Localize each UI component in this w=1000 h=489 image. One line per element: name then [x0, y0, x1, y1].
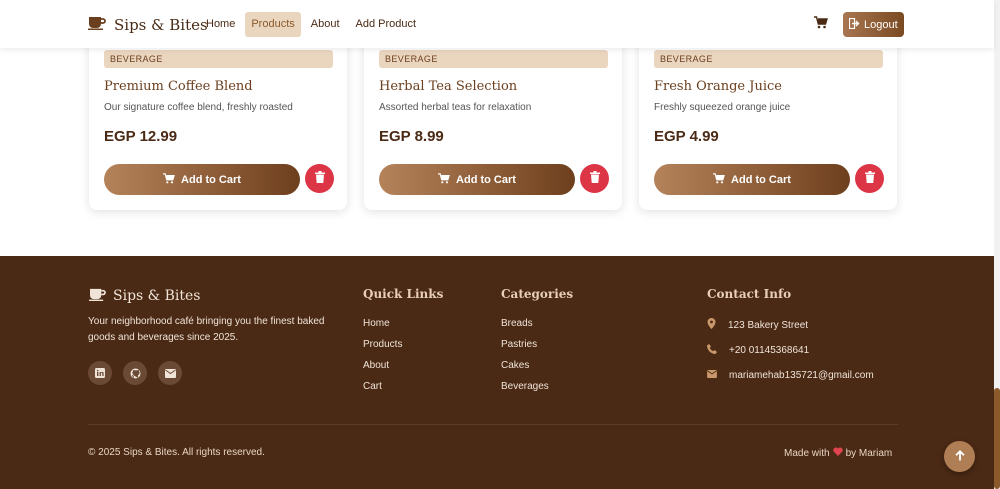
scrollbar-thumb[interactable] — [994, 388, 1000, 489]
github-icon[interactable] — [123, 361, 147, 385]
navbar: Sips & Bites Home Products About Add Pro… — [0, 0, 994, 48]
brand-logo[interactable]: Sips & Bites — [88, 14, 208, 35]
envelope-icon[interactable] — [158, 361, 182, 385]
product-description: Assorted herbal teas for relaxation — [379, 102, 532, 113]
category-badge: BEVERAGE — [654, 50, 883, 68]
product-price: EGP 8.99 — [379, 128, 444, 145]
product-name: Fresh Orange Juice — [654, 79, 782, 94]
add-to-cart-button[interactable]: Add to Cart — [654, 164, 850, 195]
coffee-cup-icon — [88, 14, 106, 35]
product-price: EGP 12.99 — [104, 128, 178, 145]
trash-icon — [589, 170, 600, 188]
sign-out-icon — [848, 17, 860, 32]
product-card: BEVERAGE Herbal Tea Selection Assorted h… — [364, 30, 622, 210]
trash-icon — [864, 170, 875, 188]
product-card: BEVERAGE Fresh Orange Juice Freshly sque… — [639, 30, 897, 210]
delete-button[interactable] — [305, 164, 334, 193]
footer-link-home[interactable]: Home — [363, 318, 402, 339]
made-with-prefix: Made with — [784, 447, 830, 459]
arrow-up-icon — [954, 448, 965, 466]
social-links — [88, 361, 182, 385]
made-with-suffix: by Mariam — [845, 447, 893, 459]
cart-icon — [438, 172, 450, 187]
product-card: BEVERAGE Premium Coffee Blend Our signat… — [89, 30, 347, 210]
footer-category-beverages[interactable]: Beverages — [501, 381, 549, 402]
logout-button[interactable]: Logout — [843, 12, 904, 37]
footer-tagline: Your neighborhood café bringing you the … — [88, 316, 325, 343]
product-description: Freshly squeezed orange juice — [654, 102, 791, 113]
contact-address: 123 Bakery Street — [707, 318, 808, 332]
product-description: Our signature coffee blend, freshly roas… — [104, 102, 293, 113]
category-badge: BEVERAGE — [104, 50, 333, 68]
address-text: 123 Bakery Street — [728, 319, 809, 331]
nav-link-products[interactable]: Products — [245, 12, 301, 37]
linkedin-icon[interactable] — [88, 361, 112, 385]
nav-link-about[interactable]: About — [305, 12, 346, 37]
product-name: Premium Coffee Blend — [104, 79, 253, 94]
footer: Sips & Bites Your neighborhood café brin… — [0, 256, 994, 489]
product-price: EGP 4.99 — [654, 128, 719, 145]
logout-label: Logout — [864, 18, 898, 31]
footer-link-about[interactable]: About — [363, 360, 402, 381]
footer-divider — [88, 424, 898, 425]
add-to-cart-button[interactable]: Add to Cart — [104, 164, 300, 195]
categories-heading: Categories — [501, 287, 574, 301]
back-to-top-button[interactable] — [944, 441, 975, 472]
phone-icon — [707, 344, 717, 357]
contact-phone: +20 01145368641 — [707, 344, 809, 357]
coffee-cup-icon — [88, 286, 107, 306]
nav-link-add-product[interactable]: Add Product — [350, 12, 423, 37]
map-pin-icon — [707, 318, 716, 332]
copyright-text: © 2025 Sips & Bites. All rights reserved… — [88, 447, 265, 458]
brand-name: Sips & Bites — [114, 15, 208, 34]
contact-email: mariamehab135721@gmail.com — [707, 370, 874, 381]
cart-icon[interactable] — [814, 16, 828, 34]
nav-links: Home Products About Add Product — [200, 12, 422, 37]
footer-link-products[interactable]: Products — [363, 339, 402, 360]
heart-icon — [832, 447, 843, 459]
quick-links-list: Home Products About Cart — [363, 318, 402, 402]
category-badge: BEVERAGE — [379, 50, 608, 68]
envelope-icon — [707, 370, 717, 381]
phone-text: +20 01145368641 — [729, 345, 810, 356]
product-name: Herbal Tea Selection — [379, 79, 518, 94]
add-to-cart-label: Add to Cart — [731, 173, 791, 186]
footer-brand: Sips & Bites — [88, 286, 200, 306]
trash-icon — [314, 170, 325, 188]
add-to-cart-button[interactable]: Add to Cart — [379, 164, 575, 195]
delete-button[interactable] — [580, 164, 609, 193]
cart-icon — [713, 172, 725, 187]
add-to-cart-label: Add to Cart — [456, 173, 516, 186]
contact-heading: Contact Info — [707, 287, 792, 301]
footer-brand-name: Sips & Bites — [113, 288, 201, 304]
categories-list: Breads Pastries Cakes Beverages — [501, 318, 549, 402]
footer-category-cakes[interactable]: Cakes — [501, 360, 549, 381]
delete-button[interactable] — [855, 164, 884, 193]
quick-links-heading: Quick Links — [363, 287, 444, 301]
email-text: mariamehab135721@gmail.com — [729, 370, 874, 381]
cart-icon — [163, 172, 175, 187]
footer-category-pastries[interactable]: Pastries — [501, 339, 549, 360]
footer-category-breads[interactable]: Breads — [501, 318, 549, 339]
footer-link-cart[interactable]: Cart — [363, 381, 402, 402]
nav-link-home[interactable]: Home — [200, 12, 241, 37]
made-with-credit: Made with by Mariam — [784, 447, 892, 459]
add-to-cart-label: Add to Cart — [181, 173, 241, 186]
